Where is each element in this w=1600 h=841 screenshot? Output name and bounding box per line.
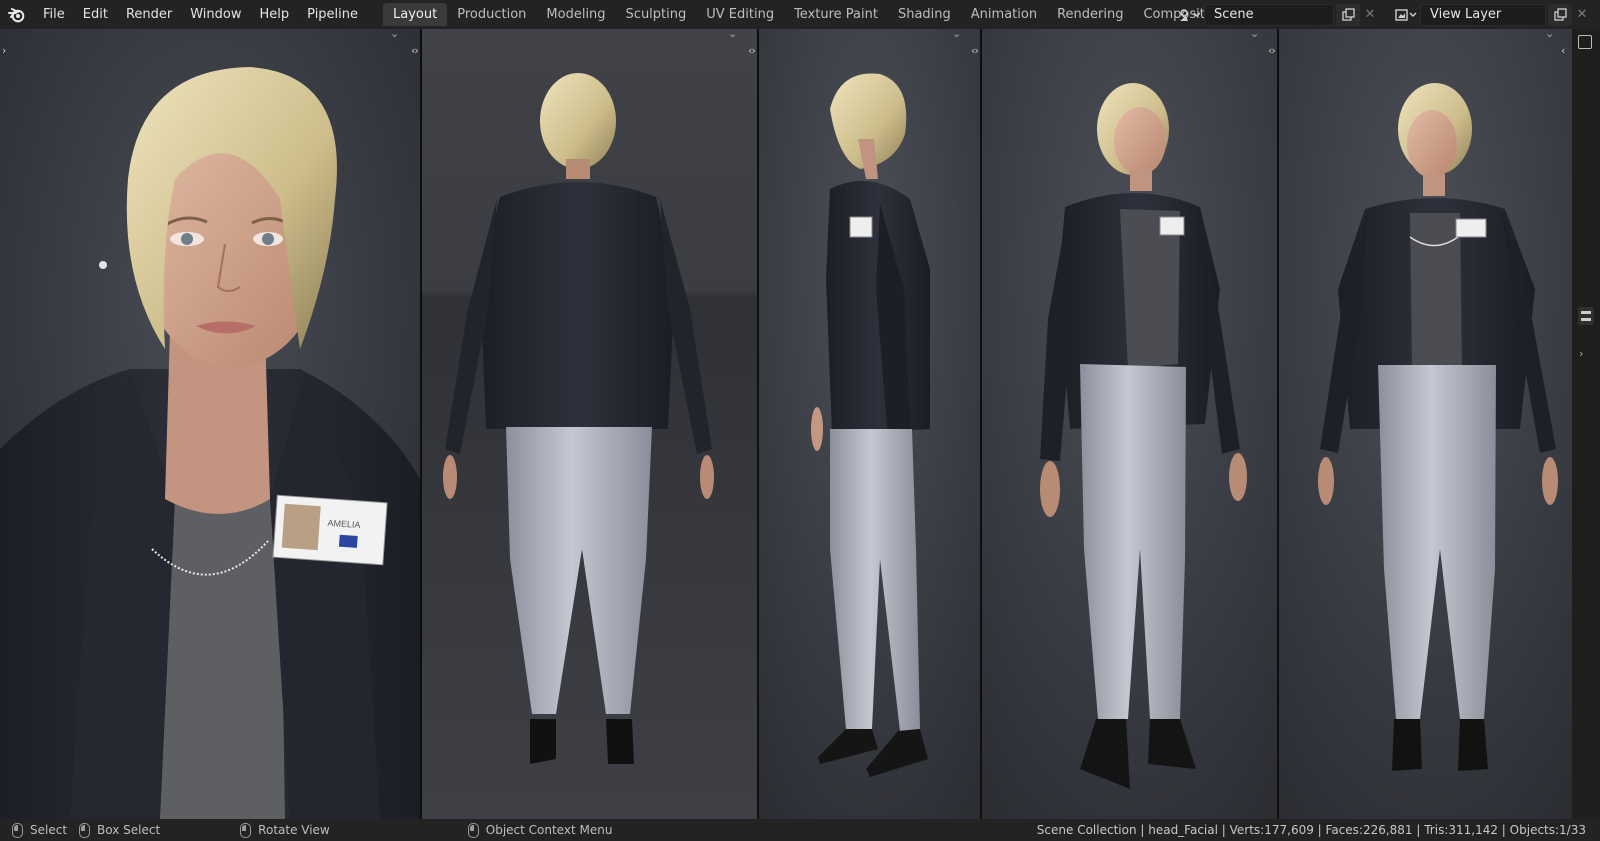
tab-sculpting[interactable]: Sculpting [616,3,697,26]
menu-file[interactable]: File [34,0,74,29]
close-scene-icon[interactable]: ✕ [1360,4,1380,26]
chevron-down-icon[interactable]: ⌄ [390,27,399,40]
panel-arrow-icon[interactable]: ‹› [971,44,979,57]
mouse-left-icon [12,822,23,838]
menu-help[interactable]: Help [251,0,299,29]
status-select-label: Select [30,823,68,837]
chevron-down-icon[interactable]: ⌄ [728,27,737,40]
panel-arrow-icon[interactable]: › [2,44,7,57]
viewport-side-view[interactable] [759,29,980,819]
chevron-down-icon[interactable]: ⌄ [1545,27,1554,40]
scene-statistics: Scene Collection | head_Facial | Verts:1… [1036,823,1586,837]
sidebar-toolbar: › [1572,29,1600,819]
menu-window[interactable]: Window [181,0,250,29]
workspace-tabs: Layout Production Modeling Sculpting UV … [383,0,1273,29]
status-box-select-label: Box Select [97,823,161,837]
mouse-middle-icon [240,822,252,838]
sidebar-toggle-icon[interactable] [1578,35,1592,49]
tab-production[interactable]: Production [447,3,536,26]
blender-logo-icon[interactable] [0,0,34,29]
tab-uv-editing[interactable]: UV Editing [696,3,784,26]
mouse-left-icon [79,822,91,838]
panel-arrow-icon[interactable]: ‹› [411,44,419,57]
render-viewports[interactable]: AMELIA [0,29,1600,819]
scene-name-field[interactable]: Scene [1204,3,1334,26]
new-scene-icon[interactable] [1336,3,1360,26]
status-rotate-view: Rotate View [240,819,330,841]
panel-arrow-icon[interactable]: ‹ [1561,44,1566,57]
status-context-menu-label: Object Context Menu [485,823,613,837]
close-view-layer-icon[interactable]: ✕ [1572,4,1592,26]
viewport-front-view[interactable] [1279,29,1572,819]
new-view-layer-icon[interactable] [1548,3,1572,26]
status-bar: Select Box Select Rotate View Object Con… [0,819,1600,841]
viewport-three-quarter-view[interactable] [982,29,1277,819]
scene-selector: Scene ✕ View Layer ✕ [1176,3,1592,26]
chevron-down-icon[interactable]: ⌄ [1250,27,1259,40]
panel-arrow-icon[interactable]: ‹› [1268,44,1276,57]
view-layer-field[interactable]: View Layer [1420,3,1546,26]
viewport-area: AMELIA ⌄ ⌄ ⌄ ⌄ ⌄ › ‹› ‹› ‹› ‹› ‹ [0,27,1600,819]
top-bar: File Edit Render Window Help Pipeline La… [0,0,1600,29]
chevron-down-icon[interactable]: ⌄ [952,27,961,40]
tab-texture-paint[interactable]: Texture Paint [784,3,888,26]
tab-layout[interactable]: Layout [383,3,448,26]
status-context-menu: Object Context Menu [467,819,613,841]
mouse-right-icon [467,822,479,838]
tab-rendering[interactable]: Rendering [1047,3,1133,26]
menu-pipeline[interactable]: Pipeline [298,0,367,29]
tab-modeling[interactable]: Modeling [536,3,615,26]
scene-icon[interactable] [1176,3,1204,26]
status-box-select: Box Select [79,819,160,841]
expand-arrow-icon[interactable]: › [1579,347,1583,360]
tab-animation[interactable]: Animation [961,3,1047,26]
menu-render[interactable]: Render [117,0,181,29]
view-layer-icon[interactable] [1392,3,1420,26]
properties-tab-icon[interactable] [1578,307,1594,325]
status-select: Select [12,819,67,841]
panel-arrow-icon[interactable]: ‹› [748,44,756,57]
viewport-portrait[interactable]: AMELIA [0,29,420,819]
tab-shading[interactable]: Shading [888,3,961,26]
viewport-back-view[interactable] [422,29,757,819]
status-rotate-view-label: Rotate View [258,823,330,837]
menu-edit[interactable]: Edit [74,0,117,29]
